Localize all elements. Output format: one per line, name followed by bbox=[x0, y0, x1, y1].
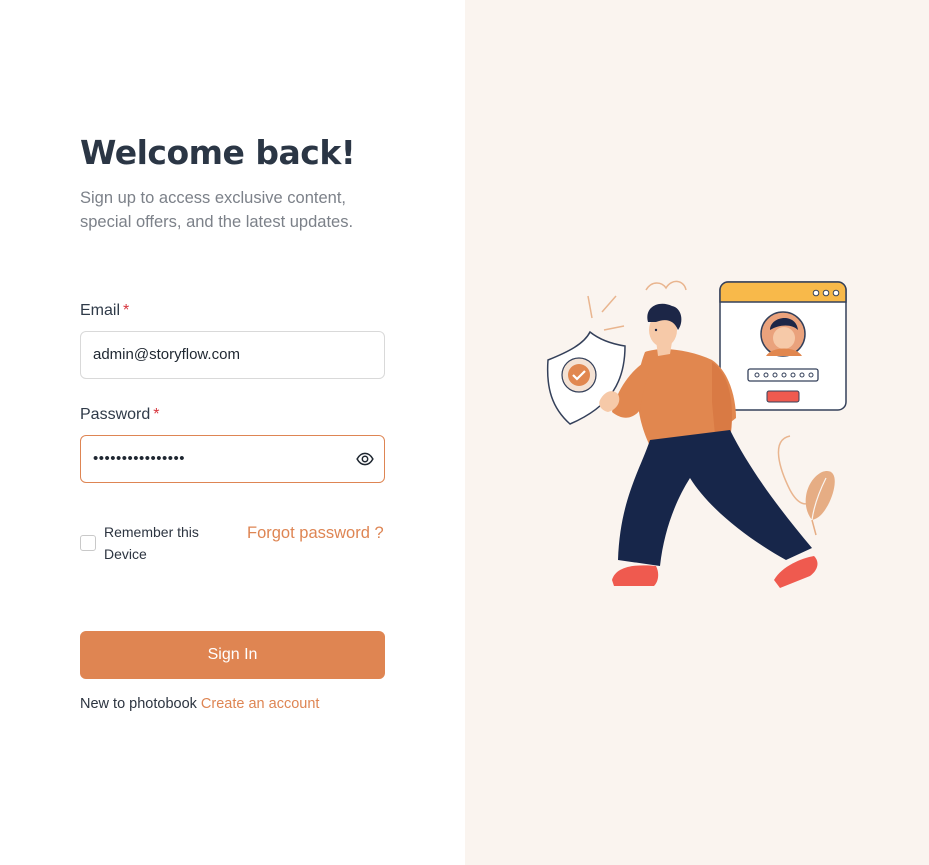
password-label-text: Password bbox=[80, 406, 151, 423]
password-label: Password * bbox=[80, 406, 159, 424]
eye-icon[interactable] bbox=[356, 450, 374, 468]
spark-line bbox=[601, 295, 617, 313]
page-title: Welcome back! bbox=[80, 133, 356, 172]
create-account-link[interactable]: Create an account bbox=[201, 696, 320, 712]
remember-checkbox[interactable] bbox=[80, 535, 96, 551]
email-value: admin@storyflow.com bbox=[93, 346, 240, 363]
signup-prompt-text: New to photobook bbox=[80, 696, 197, 712]
forgot-password-link[interactable]: Forgot password ? bbox=[247, 524, 387, 542]
signup-prompt: New to photobook Create an account bbox=[80, 696, 319, 712]
login-form-panel: Welcome back! Sign up to access exclusiv… bbox=[0, 0, 465, 865]
email-label: Email * bbox=[80, 302, 129, 320]
login-window-graphic bbox=[719, 281, 847, 411]
email-field[interactable]: admin@storyflow.com bbox=[80, 331, 385, 379]
required-mark: * bbox=[123, 302, 130, 319]
required-mark: * bbox=[153, 406, 160, 423]
password-field[interactable]: •••••••••••••••• bbox=[80, 435, 385, 483]
page-subtitle: Sign up to access exclusive content, spe… bbox=[80, 189, 354, 231]
illustration-panel bbox=[465, 0, 929, 865]
login-page: Welcome back! Sign up to access exclusiv… bbox=[0, 0, 929, 865]
password-value: •••••••••••••••• bbox=[93, 450, 186, 467]
remember-label: Remember this Device bbox=[104, 524, 199, 562]
security-login-illustration bbox=[546, 280, 847, 588]
spark-line bbox=[587, 295, 593, 319]
sign-in-button[interactable]: Sign In bbox=[80, 631, 385, 679]
cloud-doodle bbox=[645, 280, 687, 291]
email-label-text: Email bbox=[80, 302, 121, 319]
spark-line bbox=[603, 325, 625, 331]
